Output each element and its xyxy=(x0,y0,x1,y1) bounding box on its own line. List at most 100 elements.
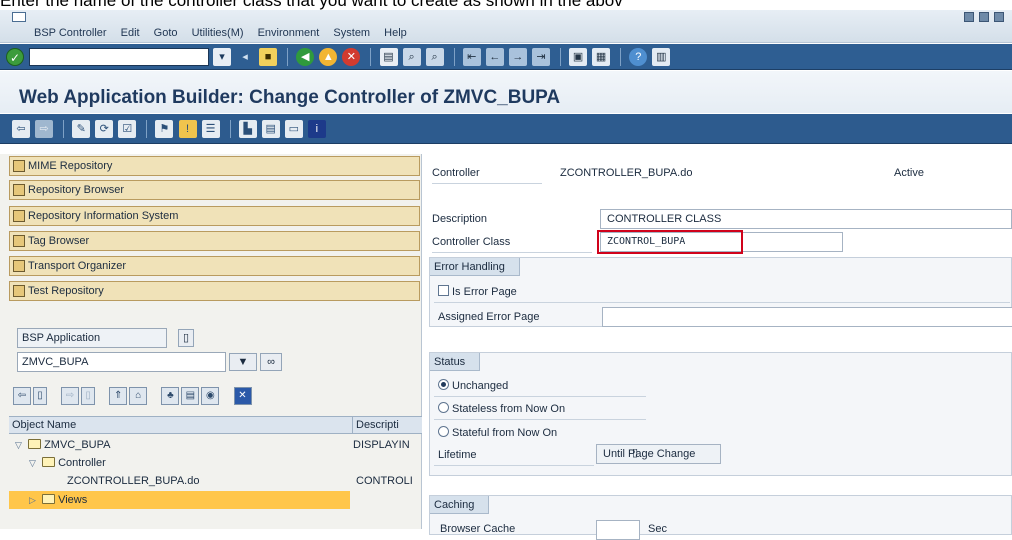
menu-bsp-controller[interactable]: BSP Controller xyxy=(34,27,107,39)
repository-browser-button[interactable]: Repository Browser xyxy=(9,180,420,200)
radio-stateful[interactable]: Stateful from Now On xyxy=(438,426,557,439)
tree-forward-history-icon[interactable]: ▯ xyxy=(81,387,96,405)
close-icon[interactable] xyxy=(994,12,1004,22)
description-column[interactable]: Descripti xyxy=(352,417,399,433)
tag-browser-button[interactable]: Tag Browser xyxy=(9,231,420,251)
enter-icon[interactable]: ✓ xyxy=(6,48,24,66)
collapse-icon[interactable]: ▽ xyxy=(15,436,25,454)
previous-page-icon[interactable]: ← xyxy=(485,48,504,66)
status-text: Active xyxy=(894,167,924,179)
menu-environment[interactable]: Environment xyxy=(258,27,320,39)
check-icon[interactable]: ☑ xyxy=(118,120,137,138)
checkbox-icon[interactable] xyxy=(438,285,449,296)
radio-unchanged[interactable]: Unchanged xyxy=(438,379,508,392)
back-arrow-icon[interactable]: ◂ xyxy=(236,48,254,66)
find-next-icon[interactable]: ⌕ xyxy=(425,48,444,66)
object-type-select[interactable]: BSP Application xyxy=(17,328,167,348)
where-used-icon[interactable]: ☰ xyxy=(201,120,220,138)
sap-menu-icon[interactable] xyxy=(12,12,26,22)
controller-class-label: Controller Class xyxy=(432,236,511,248)
cancel-icon[interactable]: ✕ xyxy=(342,48,361,66)
assigned-error-page-field[interactable] xyxy=(602,307,1012,327)
object-list-icon[interactable]: ▙ xyxy=(238,120,257,138)
application-toolbar: ⇦ ⇨ ✎ ⟳ ☑ ⚑ ! ☰ ▙ ▤ ▭ i xyxy=(0,114,1012,144)
tree-row[interactable]: ZCONTROLLER_BUPA.do CONTROLI xyxy=(9,472,422,490)
assigned-error-page-label: Assigned Error Page xyxy=(438,311,540,323)
navigation-window-icon[interactable]: ▤ xyxy=(261,120,280,138)
info-icon[interactable]: i xyxy=(307,120,326,138)
test-repository-icon xyxy=(13,285,25,297)
mime-icon xyxy=(13,160,25,172)
print-icon[interactable]: ▤ xyxy=(379,48,398,66)
tree-refresh-icon[interactable]: ◉ xyxy=(201,387,220,405)
tree-home-icon[interactable]: ⌂ xyxy=(129,387,148,405)
tree-back-history-icon[interactable]: ▯ xyxy=(33,387,47,405)
mime-repository-button[interactable]: MIME Repository xyxy=(9,156,420,176)
status-group-title: Status xyxy=(430,353,481,371)
menu-edit[interactable]: Edit xyxy=(121,27,140,39)
tree-row[interactable]: ▽ ZMVC_BUPA DISPLAYIN xyxy=(9,436,422,454)
browser-cache-label: Browser Cache xyxy=(440,523,516,535)
is-error-page-checkbox[interactable]: Is Error Page xyxy=(438,285,517,298)
tree-row-selected[interactable]: ▷ Views xyxy=(9,491,350,509)
tree-row[interactable]: ▽ Controller xyxy=(9,454,422,472)
back-arrow-left-icon[interactable]: ⇦ xyxy=(12,120,30,138)
last-page-icon[interactable]: ⇥ xyxy=(531,48,550,66)
menu-goto[interactable]: Goto xyxy=(154,27,178,39)
save-icon[interactable]: ■ xyxy=(259,48,278,66)
test-repository-button[interactable]: Test Repository xyxy=(9,281,420,301)
shortcut-icon[interactable]: ▦ xyxy=(592,48,611,66)
navigation-pane: MIME Repository Repository Browser Repos… xyxy=(0,154,422,529)
dropdown-arrow-icon[interactable]: ▼ xyxy=(229,353,257,371)
transport-organizer-button[interactable]: Transport Organizer xyxy=(9,256,420,276)
tree-hierarchy-icon[interactable]: ♣ xyxy=(161,387,180,405)
caching-title: Caching xyxy=(430,496,490,514)
tree-back-icon[interactable]: ⇦ xyxy=(13,387,31,405)
object-name-input[interactable]: ZMVC_BUPA xyxy=(17,352,226,372)
help-icon[interactable]: ? xyxy=(629,48,648,66)
display-change-icon[interactable]: ✎ xyxy=(72,120,91,138)
radio-icon[interactable] xyxy=(438,402,449,413)
find-icon[interactable]: ⌕ xyxy=(402,48,421,66)
browser-cache-field[interactable] xyxy=(596,520,640,540)
back-icon[interactable]: ◀ xyxy=(296,48,315,66)
menu-utilities[interactable]: Utilities(M) xyxy=(192,27,244,39)
activate-icon[interactable]: ⚑ xyxy=(155,120,174,138)
menu-system[interactable]: System xyxy=(333,27,370,39)
description-field[interactable]: CONTROLLER CLASS xyxy=(600,209,1012,229)
maximize-icon[interactable] xyxy=(978,12,989,22)
radio-stateless[interactable]: Stateless from Now On xyxy=(438,402,565,415)
dropdown-history-icon[interactable]: ▾ xyxy=(213,48,231,66)
minimize-icon[interactable] xyxy=(963,12,974,22)
next-page-icon[interactable]: → xyxy=(508,48,527,66)
fullscreen-icon[interactable]: ▭ xyxy=(284,120,303,138)
tree-close-icon[interactable]: ✕ xyxy=(233,387,252,405)
tag-icon xyxy=(13,235,25,247)
menu-bar: BSP Controller Edit Goto Utilities(M) En… xyxy=(0,10,1012,43)
command-field[interactable] xyxy=(29,48,209,66)
collapse-icon[interactable]: ▽ xyxy=(29,454,39,472)
menu-help[interactable]: Help xyxy=(384,27,407,39)
customize-layout-icon[interactable]: ▥ xyxy=(652,48,671,66)
display-glasses-icon[interactable]: ∞ xyxy=(260,353,282,371)
test-icon[interactable]: ! xyxy=(178,120,197,138)
radio-icon[interactable] xyxy=(438,426,449,437)
tree-up-icon[interactable]: ⇑ xyxy=(109,387,128,405)
first-page-icon[interactable]: ⇤ xyxy=(462,48,481,66)
folder-icon xyxy=(42,494,56,504)
new-session-icon[interactable]: ▣ xyxy=(569,48,588,66)
active-inactive-icon[interactable]: ⟳ xyxy=(95,120,114,138)
object-name-column[interactable]: Object Name xyxy=(12,419,76,431)
expand-icon[interactable]: ▷ xyxy=(29,491,39,509)
lifetime-select[interactable]: Until Page Change xyxy=(596,444,721,464)
radio-selected-icon[interactable] xyxy=(438,379,449,390)
lifetime-help-icon[interactable]: ▯ xyxy=(627,445,643,463)
forward-arrow-icon[interactable]: ⇨ xyxy=(35,120,54,138)
object-type-help-icon[interactable]: ▯ xyxy=(178,329,194,347)
folder-icon xyxy=(42,457,56,467)
tree-forward-icon[interactable]: ⇨ xyxy=(61,387,80,405)
truck-icon xyxy=(13,260,25,272)
tree-expand-icon[interactable]: ▤ xyxy=(181,387,200,405)
repository-info-system-button[interactable]: Repository Information System xyxy=(9,206,420,226)
exit-icon[interactable]: ▲ xyxy=(319,48,338,66)
